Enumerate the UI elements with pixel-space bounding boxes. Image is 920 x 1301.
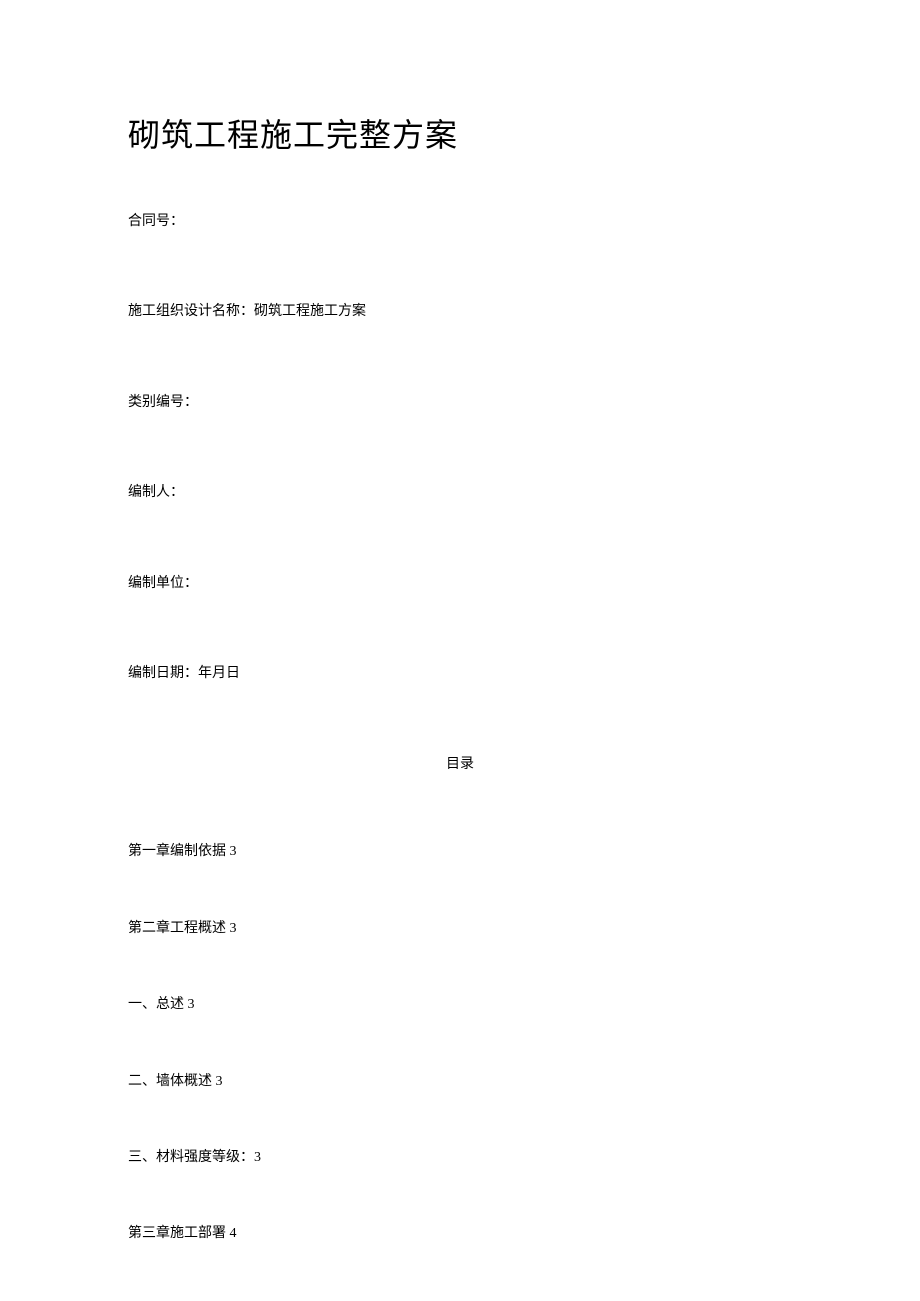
contract-number-field: 合同号： xyxy=(128,211,792,233)
toc-item: 一、总述 3 xyxy=(128,994,792,1016)
date-field: 编制日期：年月日 xyxy=(128,663,792,685)
toc-item: 第二章工程概述 3 xyxy=(128,918,792,940)
document-title: 砌筑工程施工完整方案 xyxy=(128,110,792,156)
toc-heading: 目录 xyxy=(128,753,792,773)
toc-item: 二、墙体概述 3 xyxy=(128,1071,792,1093)
toc-item: 第三章施工部署 4 xyxy=(128,1223,792,1245)
unit-field: 编制单位： xyxy=(128,573,792,595)
design-name-field: 施工组织设计名称：砌筑工程施工方案 xyxy=(128,301,792,323)
toc-item: 第一章编制依据 3 xyxy=(128,841,792,863)
author-field: 编制人： xyxy=(128,482,792,504)
toc-item: 三、材料强度等级：3 xyxy=(128,1147,792,1169)
category-number-field: 类别编号： xyxy=(128,392,792,414)
